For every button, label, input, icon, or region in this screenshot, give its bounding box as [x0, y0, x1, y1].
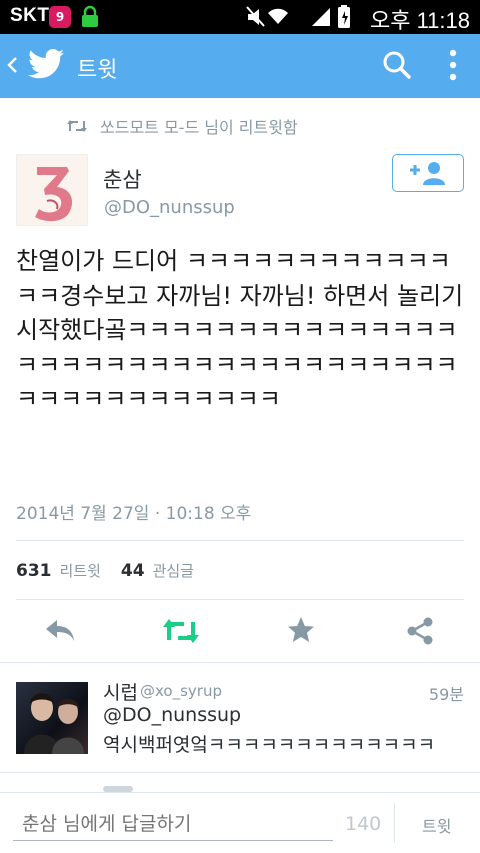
- tweet-text: 찬열이가 드디어 ㅋㅋㅋㅋㅋㅋㅋㅋㅋㅋㅋㅋㅋㅋ경수보고 자까님! 자까님! 하면…: [16, 247, 464, 413]
- reply-compose-bar: 140 트윗: [0, 792, 480, 853]
- lock-icon: [80, 5, 100, 33]
- divider: [16, 599, 464, 600]
- reply-author-name[interactable]: 시럽: [103, 678, 138, 705]
- tweet-timestamp: 2014년 7월 27일 · 10:18 오후: [16, 504, 252, 524]
- signal-icon: [312, 8, 330, 26]
- favorite-count-label: 관심글: [152, 562, 194, 580]
- divider: [394, 803, 395, 843]
- author-avatar[interactable]: [16, 154, 88, 226]
- divider: [0, 772, 480, 773]
- author-handle[interactable]: @DO_nunssup: [104, 197, 235, 218]
- retweet-icon[interactable]: [162, 618, 200, 648]
- author-name[interactable]: 춘삼: [103, 164, 142, 194]
- battery-icon: [338, 5, 350, 28]
- twitter-bird-icon[interactable]: [28, 49, 64, 83]
- follow-button[interactable]: [392, 154, 464, 192]
- page-title: 트윗: [77, 58, 118, 83]
- retweet-count-label: 리트윗: [59, 562, 101, 580]
- reply-avatar[interactable]: [16, 682, 88, 754]
- system-icons: [246, 4, 358, 34]
- reply-input[interactable]: [13, 807, 333, 841]
- share-icon[interactable]: [405, 616, 435, 650]
- search-icon[interactable]: [382, 50, 412, 84]
- retweet-small-icon: [67, 120, 87, 132]
- back-icon[interactable]: [6, 54, 18, 80]
- favorite-count[interactable]: 44: [121, 561, 145, 581]
- reply-text: 역시백퍼엿엌ㅋㅋㅋㅋㅋㅋㅋㅋㅋㅋㅋㅋㅋ: [103, 734, 436, 756]
- retweet-count[interactable]: 631: [16, 561, 52, 581]
- reply-mention[interactable]: @DO_nunssup: [103, 704, 241, 726]
- overflow-menu-icon[interactable]: [448, 48, 458, 86]
- mute-icon: [246, 6, 265, 27]
- status-bar: SKT 9 오후 11:18: [0, 0, 480, 34]
- add-user-icon: [410, 162, 445, 185]
- tweet-actions: [0, 614, 480, 650]
- divider: [16, 540, 464, 541]
- tweet-stats: 631 리트윗 44 관심글: [16, 560, 214, 581]
- retweeted-by[interactable]: 쏘드모트 모-드 님이 리트윗함: [66, 114, 298, 138]
- notification-badge: 9: [49, 6, 71, 28]
- clock: 오후 11:18: [369, 8, 470, 33]
- reply-author-handle[interactable]: @xo_syrup: [140, 682, 222, 700]
- app-bar: 트윗: [0, 34, 480, 98]
- carrier-label: SKT: [10, 5, 50, 26]
- star-icon[interactable]: [287, 616, 315, 648]
- wifi-icon: [268, 8, 288, 24]
- send-tweet-button[interactable]: 트윗: [422, 813, 451, 837]
- retweeted-by-label: 쏘드모트 모-드 님이 리트윗함: [100, 118, 298, 137]
- character-counter: 140: [345, 813, 382, 835]
- reply-timestamp: 59분: [428, 685, 464, 704]
- divider: [0, 662, 480, 663]
- reply-icon[interactable]: [44, 618, 76, 648]
